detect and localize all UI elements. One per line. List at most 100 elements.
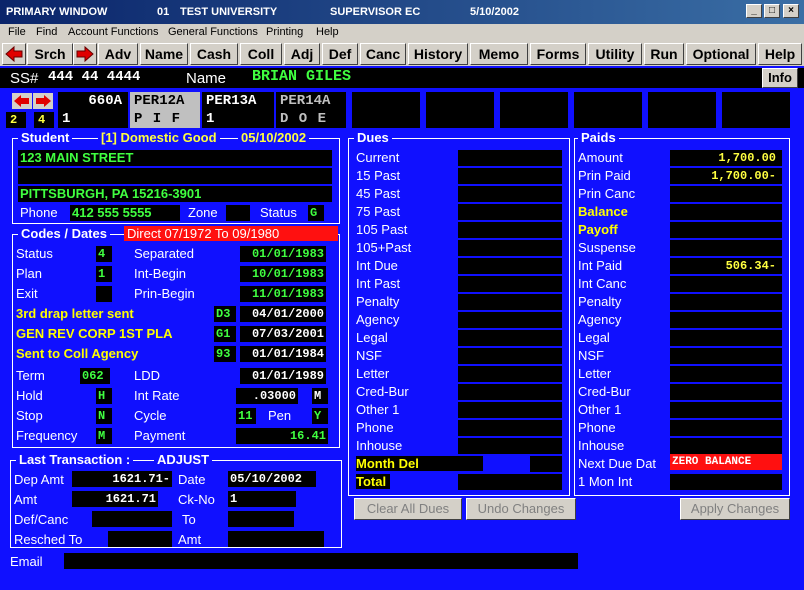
tab-empty-2[interactable] [426,92,494,110]
mon-int-field[interactable] [670,474,782,490]
paids-value-field[interactable] [670,204,782,220]
dues-value-field[interactable] [458,258,562,274]
dues-value-field[interactable] [458,150,562,166]
utility-button[interactable]: Utility [588,43,642,65]
undo-changes-button[interactable]: Undo Changes [466,498,576,520]
cycle-field[interactable]: 11 [236,408,256,424]
paids-value-field[interactable] [670,384,782,400]
codes-date-field[interactable]: 10/01/1983 [240,266,326,282]
menu-find[interactable]: Find [36,26,57,38]
tab-per14a[interactable]: PER14A [276,92,346,110]
dues-value-field[interactable] [458,312,562,328]
forward-arrow-button[interactable] [73,43,97,65]
menu-account-functions[interactable]: Account Functions [68,26,159,38]
code-date-field[interactable]: 07/03/2001 [240,326,326,342]
to-field[interactable] [228,511,294,527]
dues-value-field[interactable] [458,438,562,454]
status-field[interactable]: G [308,205,324,221]
dues-value-field[interactable] [458,186,562,202]
tab-empty-6[interactable] [722,92,790,110]
search-button[interactable]: Srch [27,43,73,65]
month-del-field[interactable] [530,456,562,472]
paids-value-field[interactable] [670,240,782,256]
collection-button[interactable]: Coll [240,43,282,65]
paids-value-field[interactable] [670,366,782,382]
menu-printing[interactable]: Printing [266,26,303,38]
ck-no-field[interactable]: 1 [228,491,296,507]
paids-value-field[interactable] [670,438,782,454]
email-field[interactable] [64,553,578,569]
codes-date-field[interactable]: 11/01/1983 [240,286,326,302]
history-button[interactable]: History [408,43,468,65]
clear-all-dues-button[interactable]: Clear All Dues [354,498,462,520]
frequency-field[interactable]: M [96,428,112,444]
amt-field[interactable]: 1621.71 [72,491,158,507]
info-button[interactable]: Info [762,68,798,88]
optional-button[interactable]: Optional [686,43,756,65]
tab-per12a[interactable]: PER12A [130,92,200,110]
paids-value-field[interactable]: 1,700.00- [670,168,782,184]
ldd-field[interactable]: 01/01/1989 [240,368,326,384]
paids-value-field[interactable] [670,222,782,238]
tab-empty-1[interactable] [352,92,420,110]
dues-value-field[interactable] [458,222,562,238]
paids-value-field[interactable] [670,312,782,328]
paids-value-field[interactable] [670,348,782,364]
total-field[interactable] [458,474,562,490]
cancel-button[interactable]: Canc [360,43,406,65]
next-tab-button[interactable] [33,93,53,109]
dues-value-field[interactable] [458,348,562,364]
phone-field[interactable]: 412 555 5555 [70,205,180,221]
tab-660a[interactable]: 660A [58,92,128,110]
apply-changes-button[interactable]: Apply Changes [680,498,790,520]
dues-value-field[interactable] [458,276,562,292]
back-arrow-button[interactable] [2,43,26,65]
dues-value-field[interactable] [458,330,562,346]
dues-value-field[interactable] [458,240,562,256]
menu-file[interactable]: File [8,26,26,38]
codes-field[interactable]: 1 [96,266,112,282]
prev-tab-button[interactable] [12,93,32,109]
address-line-1[interactable]: 123 MAIN STREET [18,150,332,166]
tab-per13a[interactable]: PER13A [202,92,274,110]
pen-field[interactable]: Y [312,408,328,424]
dues-value-field[interactable] [458,366,562,382]
codes-date-field[interactable]: 01/01/1983 [240,246,326,262]
paids-value-field[interactable] [670,294,782,310]
zone-field[interactable] [226,205,250,221]
tab-empty-5[interactable] [648,92,716,110]
date-field[interactable]: 05/10/2002 [228,471,316,487]
tab-empty-3[interactable] [500,92,568,110]
deferment-button[interactable]: Def [322,43,358,65]
name-button[interactable]: Name [140,43,188,65]
paids-value-field[interactable] [670,420,782,436]
payment-field[interactable]: 16.41 [236,428,328,444]
code-field[interactable]: D3 [214,306,236,322]
memo-button[interactable]: Memo [470,43,528,65]
menu-help[interactable]: Help [316,26,339,38]
paids-value-field[interactable] [670,276,782,292]
paids-value-field[interactable]: 506.34- [670,258,782,274]
dues-value-field[interactable] [458,384,562,400]
term-field[interactable]: 062 [80,368,110,384]
maximize-icon[interactable]: □ [764,4,780,18]
dues-value-field[interactable] [458,168,562,184]
def-canc-field[interactable] [92,511,172,527]
forms-button[interactable]: Forms [530,43,586,65]
adjust-button[interactable]: Adj [284,43,320,65]
amt2-field[interactable] [228,531,324,547]
address-line-2[interactable] [18,168,332,184]
dep-amt-field[interactable]: 1621.71- [72,471,172,487]
paids-value-field[interactable] [670,186,782,202]
minimize-icon[interactable]: _ [746,4,762,18]
dues-value-field[interactable] [458,402,562,418]
stop-field[interactable]: N [96,408,112,424]
int-rate-field[interactable]: .03000 [236,388,298,404]
run-button[interactable]: Run [644,43,684,65]
code-date-field[interactable]: 04/01/2000 [240,306,326,322]
next-due-field[interactable]: ZERO BALANCE [670,454,782,470]
dues-value-field[interactable] [458,294,562,310]
help-button[interactable]: Help [758,43,802,65]
codes-field[interactable]: 4 [96,246,112,262]
code-date-field[interactable]: 01/01/1984 [240,346,326,362]
